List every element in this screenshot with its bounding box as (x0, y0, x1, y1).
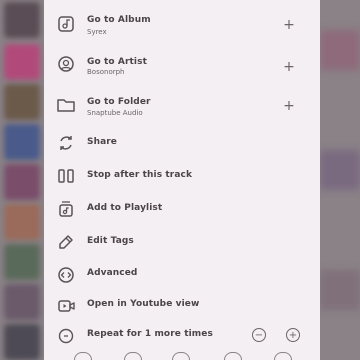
repeat-icon (54, 324, 78, 348)
menu-item-label: Open in Youtube view (87, 299, 200, 309)
menu-item-label: Advanced (87, 268, 138, 278)
menu-item-label: Go to Album (87, 15, 151, 25)
edit-tag-icon (54, 230, 78, 254)
folder-name: Snaptube Audio (87, 109, 143, 117)
menu-item-go-to-folder[interactable]: Go to Folder Snaptube Audio + (44, 89, 320, 121)
menu-item-label: Go to Artist (87, 57, 147, 67)
menu-item-go-to-artist[interactable]: Go to Artist Bosonorph + (44, 48, 320, 80)
bottom-action-icon[interactable] (274, 352, 292, 360)
menu-item-add-to-playlist[interactable]: Add to Playlist (44, 193, 320, 225)
bottom-action-icon[interactable] (74, 352, 92, 360)
increase-repeat-button[interactable]: + (286, 328, 300, 342)
menu-item-open-youtube-view[interactable]: Open in Youtube view (44, 290, 320, 322)
menu-item-label: Go to Folder (87, 97, 151, 107)
video-icon (54, 294, 78, 318)
menu-item-label: Stop after this track (87, 170, 193, 180)
menu-item-stop-after-track[interactable]: Stop after this track (44, 160, 320, 192)
add-folder-plus-icon[interactable]: + (282, 99, 296, 113)
artist-icon (54, 52, 78, 76)
menu-item-edit-tags[interactable]: Edit Tags (44, 226, 320, 258)
menu-item-label: Edit Tags (87, 236, 134, 246)
album-icon (54, 12, 78, 36)
pause-stop-icon (54, 164, 78, 188)
bottom-action-icon[interactable] (224, 352, 242, 360)
artist-name: Bosonorph (87, 68, 125, 76)
menu-item-advanced[interactable]: Advanced (44, 259, 320, 291)
playlist-add-icon (54, 197, 78, 221)
album-name: Syrex (87, 28, 107, 36)
share-icon (54, 131, 78, 155)
menu-item-label: Repeat for 1 more times (87, 329, 213, 339)
menu-item-go-to-album[interactable]: Go to Album Syrex + (44, 8, 320, 40)
bottom-action-icon[interactable] (172, 352, 190, 360)
menu-item-repeat[interactable]: Repeat for 1 more times − + (44, 320, 320, 352)
bottom-action-icon[interactable] (124, 352, 142, 360)
add-artist-plus-icon[interactable]: + (282, 60, 296, 74)
menu-item-share[interactable]: Share (44, 127, 320, 159)
folder-icon (54, 93, 78, 117)
decrease-repeat-button[interactable]: − (252, 328, 266, 342)
menu-item-label: Add to Playlist (87, 203, 163, 213)
code-icon (54, 263, 78, 287)
track-options-sheet: Go to Album Syrex + Go to Artist Bosonor… (44, 0, 320, 360)
add-album-plus-icon[interactable]: + (282, 18, 296, 32)
menu-item-label: Share (87, 137, 118, 147)
